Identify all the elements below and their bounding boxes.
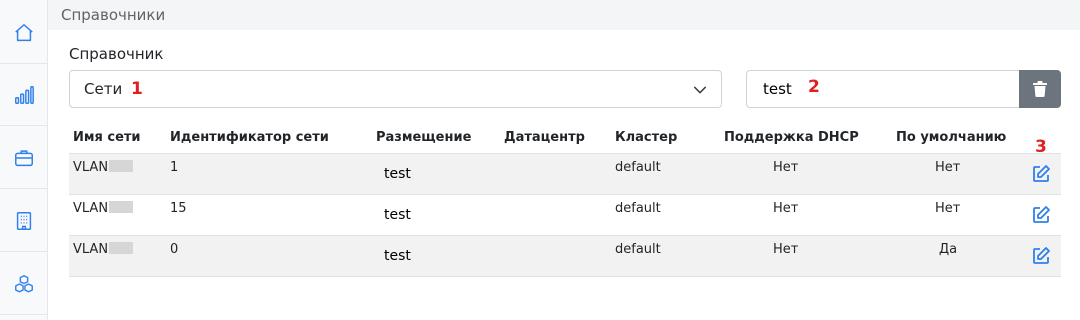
cell-location: test [384, 166, 411, 182]
column-header-datacenter[interactable]: Датацентр [504, 130, 585, 145]
column-header-name[interactable]: Имя сети [73, 130, 141, 145]
header-bar [48, 0, 1080, 30]
cell-dhcp: Нет [773, 160, 799, 175]
home-icon [15, 23, 33, 41]
cell-default: Нет [935, 160, 961, 175]
briefcase-icon [15, 149, 33, 166]
redaction-mask [109, 242, 134, 254]
column-header-location[interactable]: Размещение [376, 130, 471, 145]
directory-label: Справочник [69, 45, 164, 63]
cell-dhcp: Нет [773, 201, 799, 216]
cell-network-name: VLAN [73, 201, 134, 216]
cell-location: test [384, 207, 411, 223]
page-title: Справочники [61, 6, 166, 24]
sidebar [0, 0, 48, 320]
sidebar-item-stats[interactable] [0, 64, 48, 126]
cell-network-id: 1 [170, 160, 179, 175]
edit-icon[interactable] [1031, 164, 1051, 184]
chevron-down-icon [693, 86, 707, 94]
cell-cluster: default [615, 160, 661, 175]
annotation-marker-1: 1 [131, 79, 143, 99]
redaction-mask [109, 201, 134, 213]
table-header: Имя сети Идентификатор сети Размещение Д… [69, 124, 1061, 157]
cell-dhcp: Нет [773, 242, 799, 257]
search-input[interactable] [746, 70, 1019, 108]
cell-default: Нет [935, 201, 961, 216]
cell-cluster: default [615, 242, 661, 257]
cell-network-id: 15 [170, 201, 187, 216]
networks-table: Имя сети Идентификатор сети Размещение Д… [69, 124, 1061, 277]
table-row: VLAN 15 test default Нет Нет [69, 195, 1061, 236]
directory-select[interactable]: Сети [69, 70, 722, 108]
cell-default: Да [939, 242, 958, 257]
column-header-default[interactable]: По умолчанию [896, 130, 1006, 145]
sidebar-item-resources[interactable] [0, 253, 48, 315]
column-header-id[interactable]: Идентификатор сети [170, 130, 329, 145]
cell-cluster: default [615, 201, 661, 216]
directory-select-value: Сети [84, 80, 123, 98]
clear-search-button[interactable] [1019, 70, 1061, 108]
column-header-cluster[interactable]: Кластер [615, 130, 677, 145]
cell-network-name: VLAN [73, 160, 134, 175]
sidebar-item-organizations[interactable] [0, 190, 48, 252]
column-header-dhcp[interactable]: Поддержка DHCP [724, 130, 859, 145]
building-icon [16, 211, 32, 230]
annotation-marker-2: 2 [808, 77, 820, 97]
table-row: VLAN 0 test default Нет Да [69, 236, 1061, 277]
cell-location: test [384, 248, 411, 264]
bar-chart-icon [15, 85, 34, 104]
cell-network-id: 0 [170, 242, 179, 257]
edit-icon[interactable] [1031, 246, 1051, 266]
cell-network-name: VLAN [73, 242, 134, 257]
trash-icon [1033, 81, 1047, 97]
cubes-icon [15, 274, 33, 292]
table-row: VLAN 1 test default Нет Нет [69, 154, 1061, 195]
redaction-mask [109, 160, 134, 172]
sidebar-item-home[interactable] [0, 2, 48, 64]
sidebar-item-projects[interactable] [0, 127, 48, 189]
edit-icon[interactable] [1031, 205, 1051, 225]
